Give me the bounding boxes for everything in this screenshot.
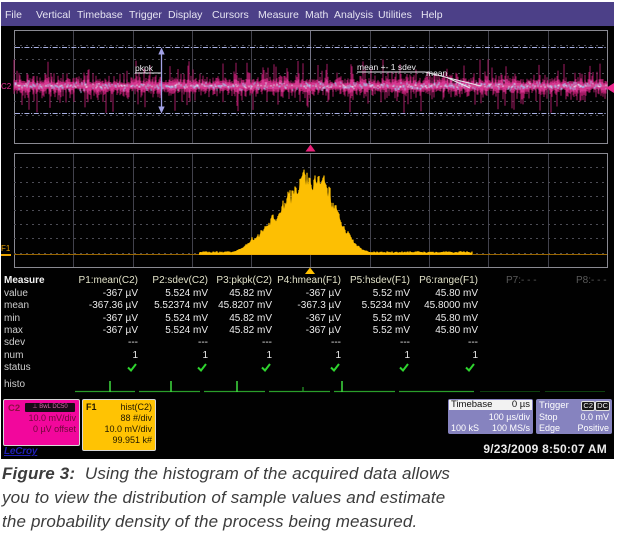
svg-text:mean: mean [426,68,448,78]
svg-text:mean +- 1 sdev: mean +- 1 sdev [357,62,417,72]
svg-text:pkpk: pkpk [135,63,154,73]
svg-text:F1: F1 [1,244,11,253]
svg-text:C2: C2 [1,82,12,91]
